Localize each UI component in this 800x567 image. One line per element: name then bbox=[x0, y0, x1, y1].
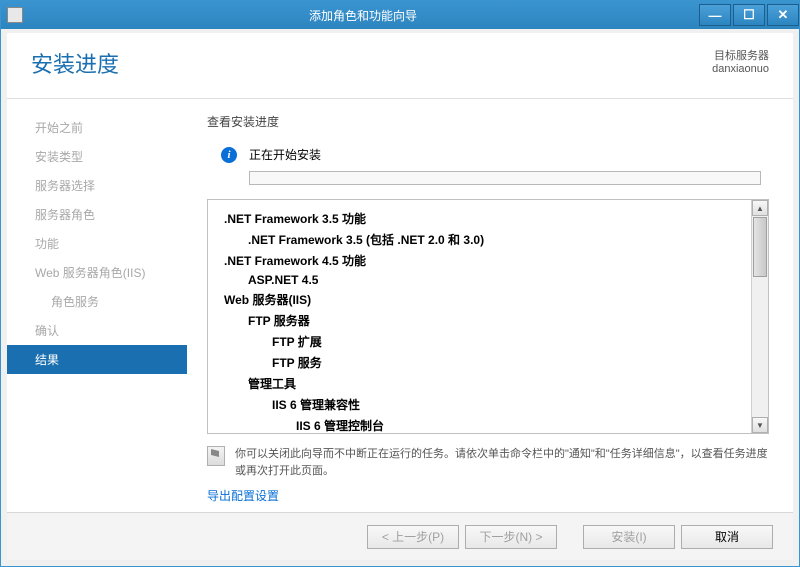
feature-item: .NET Framework 3.5 (包括 .NET 2.0 和 3.0) bbox=[224, 229, 750, 250]
nav-item[interactable]: 开始之前 bbox=[7, 113, 187, 142]
feature-item: .NET Framework 4.5 功能 bbox=[224, 250, 750, 271]
maximize-button[interactable]: ☐ bbox=[733, 4, 765, 26]
features-panel: .NET Framework 3.5 功能.NET Framework 3.5 … bbox=[207, 199, 769, 434]
scroll-up-button[interactable]: ▲ bbox=[752, 200, 768, 216]
scroll-down-button[interactable]: ▼ bbox=[752, 417, 768, 433]
cancel-button[interactable]: 取消 bbox=[681, 525, 773, 549]
target-server-label: 目标服务器 bbox=[712, 47, 769, 63]
feature-item: FTP 扩展 bbox=[224, 331, 750, 352]
features-list[interactable]: .NET Framework 3.5 功能.NET Framework 3.5 … bbox=[208, 200, 750, 433]
feature-item: 管理工具 bbox=[224, 373, 750, 394]
target-server-info: 目标服务器 danxiaonuo bbox=[712, 47, 769, 75]
feature-item: .NET Framework 3.5 功能 bbox=[224, 208, 750, 229]
nav-item[interactable]: 角色服务 bbox=[7, 287, 187, 316]
nav-item[interactable]: 功能 bbox=[7, 229, 187, 258]
previous-button[interactable]: < 上一步(P) bbox=[367, 525, 459, 549]
next-button[interactable]: 下一步(N) > bbox=[465, 525, 557, 549]
nav-item[interactable]: 确认 bbox=[7, 316, 187, 345]
progress-label: 查看安装进度 bbox=[207, 113, 769, 130]
feature-item: IIS 6 管理控制台 bbox=[224, 415, 750, 433]
wizard-window: 添加角色和功能向导 — ☐ ✕ 安装进度 目标服务器 danxiaonuo 开始… bbox=[0, 0, 800, 567]
wizard-body: 安装进度 目标服务器 danxiaonuo 开始之前安装类型服务器选择服务器角色… bbox=[1, 29, 799, 566]
wizard-footer: < 上一步(P) 下一步(N) > 安装(I) 取消 bbox=[7, 512, 793, 560]
status-text: 正在开始安装 bbox=[249, 146, 321, 163]
nav-item[interactable]: Web 服务器角色(IIS) bbox=[7, 258, 187, 287]
info-icon: i bbox=[221, 147, 237, 163]
status-row: i 正在开始安装 bbox=[207, 146, 769, 163]
scroll-thumb[interactable] bbox=[753, 217, 767, 277]
target-server-name: danxiaonuo bbox=[712, 63, 769, 75]
install-button[interactable]: 安装(I) bbox=[583, 525, 675, 549]
minimize-button[interactable]: — bbox=[699, 4, 731, 26]
export-config-link[interactable]: 导出配置设置 bbox=[207, 487, 769, 504]
wizard-main: 开始之前安装类型服务器选择服务器角色功能Web 服务器角色(IIS)角色服务确认… bbox=[7, 99, 793, 512]
wizard-nav: 开始之前安装类型服务器选择服务器角色功能Web 服务器角色(IIS)角色服务确认… bbox=[7, 99, 187, 512]
wizard-header: 安装进度 目标服务器 danxiaonuo bbox=[7, 33, 793, 99]
progress-bar bbox=[249, 171, 761, 185]
window-title: 添加角色和功能向导 bbox=[29, 7, 697, 24]
info-note: 你可以关闭此向导而不中断正在运行的任务。请依次单击命令栏中的"通知"和"任务详细… bbox=[207, 446, 769, 479]
titlebar: 添加角色和功能向导 — ☐ ✕ bbox=[1, 1, 799, 29]
feature-item: FTP 服务器 bbox=[224, 310, 750, 331]
nav-item[interactable]: 结果 bbox=[7, 345, 187, 374]
app-icon bbox=[7, 7, 23, 23]
feature-item: IIS 6 管理兼容性 bbox=[224, 394, 750, 415]
page-heading: 安装进度 bbox=[31, 47, 769, 79]
wizard-content: 查看安装进度 i 正在开始安装 .NET Framework 3.5 功能.NE… bbox=[187, 99, 793, 512]
nav-item[interactable]: 服务器角色 bbox=[7, 200, 187, 229]
note-text: 你可以关闭此向导而不中断正在运行的任务。请依次单击命令栏中的"通知"和"任务详细… bbox=[235, 446, 769, 479]
close-button[interactable]: ✕ bbox=[767, 4, 799, 26]
feature-item: ASP.NET 4.5 bbox=[224, 271, 750, 289]
nav-item[interactable]: 服务器选择 bbox=[7, 171, 187, 200]
feature-item: Web 服务器(IIS) bbox=[224, 289, 750, 310]
scrollbar[interactable]: ▲ ▼ bbox=[751, 200, 768, 433]
feature-item: FTP 服务 bbox=[224, 352, 750, 373]
nav-item[interactable]: 安装类型 bbox=[7, 142, 187, 171]
flag-icon bbox=[207, 446, 225, 466]
